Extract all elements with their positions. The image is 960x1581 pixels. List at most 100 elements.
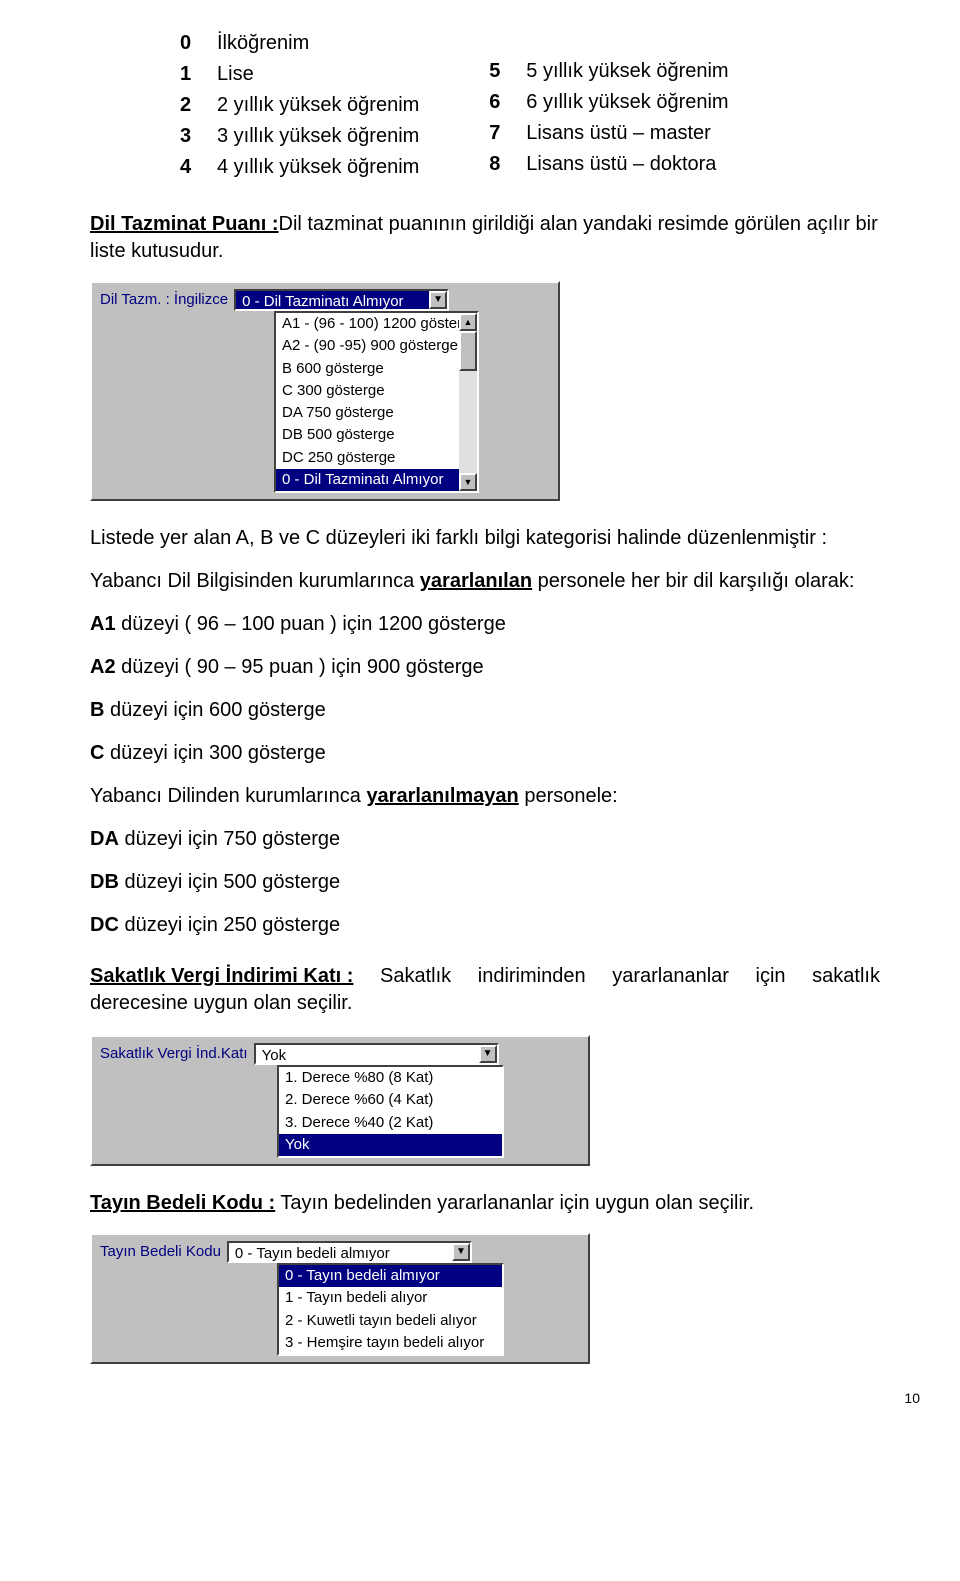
item-label: 5 yıllık yüksek öğrenim bbox=[526, 58, 728, 85]
list-item[interactable]: DA 750 gösterge bbox=[276, 402, 459, 424]
list-item[interactable]: 1 - Tayın bedeli alıyor bbox=[279, 1287, 502, 1309]
level-line: DC düzeyi için 250 gösterge bbox=[90, 912, 880, 939]
sakatlik-paragraph: Sakatlık Vergi İndirimi Katı : Sakatlık … bbox=[90, 963, 880, 1017]
education-lists: 0 İlköğrenim 1 Lise 2 2 yıllık yüksek öğ… bbox=[180, 30, 880, 181]
dil-tazminat-ui: Dil Tazm. : İngilizce 0 - Dil Tazminatı … bbox=[90, 281, 560, 501]
level-code: A1 bbox=[90, 613, 116, 635]
scroll-up-button[interactable]: ▲ bbox=[459, 313, 477, 331]
yararlanilmayan-pre: Yabancı Dilinden kurumlarınca bbox=[90, 785, 366, 807]
yararlanilmayan-underlined: yararlanılmayan bbox=[366, 785, 518, 807]
dropdown-button[interactable]: ▼ bbox=[429, 291, 447, 309]
listbox-scrollbar[interactable]: ▲ ▼ bbox=[459, 313, 477, 491]
level-code: DC bbox=[90, 914, 119, 936]
level-text: düzeyi için 250 gösterge bbox=[119, 914, 340, 936]
item-number: 8 bbox=[489, 151, 504, 178]
dropdown-button[interactable]: ▼ bbox=[479, 1045, 497, 1063]
dil-tazminat-lead: Dil Tazminat Puanı : bbox=[90, 213, 279, 235]
tayin-combo[interactable]: 0 - Tayın bedeli almıyor ▼ bbox=[227, 1241, 472, 1263]
education-list-right: 5 5 yıllık yüksek öğrenim 6 6 yıllık yük… bbox=[489, 58, 728, 181]
level-text: düzeyi için 750 gösterge bbox=[119, 828, 340, 850]
list-item[interactable]: 2. Derece %60 (4 Kat) bbox=[279, 1089, 502, 1111]
combo-value: 0 - Tayın bedeli almıyor bbox=[229, 1243, 452, 1261]
yararlanilmayan-line: Yabancı Dilinden kurumlarınca yararlanıl… bbox=[90, 783, 880, 810]
item-number: 4 bbox=[180, 154, 195, 181]
list-item: 5 5 yıllık yüksek öğrenim bbox=[489, 58, 728, 85]
scroll-down-button[interactable]: ▼ bbox=[459, 473, 477, 491]
list-item[interactable]: A2 - (90 -95) 900 gösterge bbox=[276, 335, 459, 357]
item-label: 2 yıllık yüksek öğrenim bbox=[217, 92, 419, 119]
list-item-selected[interactable]: Yok bbox=[279, 1134, 502, 1156]
yararlanilan-line: Yabancı Dil Bilgisinden kurumlarınca yar… bbox=[90, 568, 880, 595]
list-item[interactable]: 2 - Kuwetli tayın bedeli alıyor bbox=[279, 1310, 502, 1332]
list-item: 3 3 yıllık yüksek öğrenim bbox=[180, 123, 419, 150]
item-label: Lisans üstü – master bbox=[526, 120, 711, 147]
level-code: C bbox=[90, 742, 104, 764]
education-list-left: 0 İlköğrenim 1 Lise 2 2 yıllık yüksek öğ… bbox=[180, 30, 419, 181]
level-line: DB düzeyi için 500 gösterge bbox=[90, 869, 880, 896]
level-code: DB bbox=[90, 871, 119, 893]
sakatlik-lead: Sakatlık Vergi İndirimi Katı : bbox=[90, 963, 353, 990]
scroll-thumb[interactable] bbox=[459, 331, 477, 371]
tayin-field-label: Tayın Bedeli Kodu bbox=[100, 1242, 221, 1262]
tayin-paragraph: Tayın Bedeli Kodu : Tayın bedelinden yar… bbox=[90, 1190, 880, 1217]
yararlanilan-underlined: yararlanılan bbox=[420, 570, 532, 592]
list-item: 6 6 yıllık yüksek öğrenim bbox=[489, 89, 728, 116]
list-item[interactable]: 3 - Hemşire tayın bedeli alıyor bbox=[279, 1332, 502, 1354]
item-label: 6 yıllık yüksek öğrenim bbox=[526, 89, 728, 116]
list-item[interactable]: C 300 gösterge bbox=[276, 380, 459, 402]
level-code: DA bbox=[90, 828, 119, 850]
list-item: 2 2 yıllık yüksek öğrenim bbox=[180, 92, 419, 119]
list-item[interactable]: DB 500 gösterge bbox=[276, 424, 459, 446]
level-line: B düzeyi için 600 gösterge bbox=[90, 697, 880, 724]
level-text: düzeyi için 300 gösterge bbox=[104, 742, 325, 764]
level-code: A2 bbox=[90, 656, 116, 678]
chevron-down-icon: ▼ bbox=[456, 1245, 466, 1259]
list-item[interactable]: A1 - (96 - 100) 1200 gösterge bbox=[276, 313, 459, 335]
item-number: 7 bbox=[489, 120, 504, 147]
sakatlik-field-label: Sakatlık Vergi İnd.Katı bbox=[100, 1044, 248, 1064]
level-line: A2 düzeyi ( 90 – 95 puan ) için 900 göst… bbox=[90, 654, 880, 681]
list-item-selected[interactable]: 0 - Tayın bedeli almıyor bbox=[279, 1265, 502, 1287]
sakatlik-word: Sakatlık bbox=[380, 963, 451, 990]
item-number: 6 bbox=[489, 89, 504, 116]
list-item: 0 İlköğrenim bbox=[180, 30, 419, 57]
list-item: 1 Lise bbox=[180, 61, 419, 88]
list-item-selected[interactable]: 0 - Dil Tazminatı Almıyor bbox=[276, 469, 459, 491]
tayin-lead: Tayın Bedeli Kodu : bbox=[90, 1192, 275, 1214]
level-line: DA düzeyi için 750 gösterge bbox=[90, 826, 880, 853]
level-line: A1 düzeyi ( 96 – 100 puan ) için 1200 gö… bbox=[90, 611, 880, 638]
list-item: 4 4 yıllık yüksek öğrenim bbox=[180, 154, 419, 181]
tayin-body: Tayın bedelinden yararlananlar için uygu… bbox=[275, 1192, 754, 1214]
dil-tazminat-listbox[interactable]: A1 - (96 - 100) 1200 gösterge A2 - (90 -… bbox=[274, 311, 479, 493]
level-text: düzeyi için 600 gösterge bbox=[104, 699, 325, 721]
dil-tazminat-field-label: Dil Tazm. : İngilizce bbox=[100, 290, 228, 310]
list-item[interactable]: 1. Derece %80 (8 Kat) bbox=[279, 1067, 502, 1089]
item-number: 3 bbox=[180, 123, 195, 150]
item-number: 5 bbox=[489, 58, 504, 85]
sakatlik-combo[interactable]: Yok ▼ bbox=[254, 1043, 499, 1065]
item-label: 3 yıllık yüksek öğrenim bbox=[217, 123, 419, 150]
sakatlik-ui: Sakatlık Vergi İnd.Katı Yok ▼ 1. Derece … bbox=[90, 1035, 590, 1166]
dil-tazminat-paragraph: Dil Tazminat Puanı :Dil tazminat puanını… bbox=[90, 211, 880, 265]
item-number: 2 bbox=[180, 92, 195, 119]
yararlanilan-pre: Yabancı Dil Bilgisinden kurumlarınca bbox=[90, 570, 420, 592]
sakatlik-line2: derecesine uygun olan seçilir. bbox=[90, 990, 880, 1017]
level-line: C düzeyi için 300 gösterge bbox=[90, 740, 880, 767]
dropdown-button[interactable]: ▼ bbox=[452, 1243, 470, 1261]
scroll-track[interactable] bbox=[459, 331, 477, 473]
list-item[interactable]: DC 250 gösterge bbox=[276, 447, 459, 469]
item-label: 4 yıllık yüksek öğrenim bbox=[217, 154, 419, 181]
sakatlik-word: yararlananlar bbox=[612, 963, 729, 990]
page-number: 10 bbox=[904, 1389, 920, 1408]
sakatlik-word: indiriminden bbox=[478, 963, 586, 990]
sakatlik-word: sakatlık bbox=[812, 963, 880, 990]
chevron-down-icon: ▼ bbox=[433, 293, 443, 307]
item-number: 1 bbox=[180, 61, 195, 88]
list-item: 8 Lisans üstü – doktora bbox=[489, 151, 728, 178]
dil-tazminat-combo[interactable]: 0 - Dil Tazminatı Almıyor ▼ bbox=[234, 289, 449, 311]
list-item[interactable]: B 600 gösterge bbox=[276, 358, 459, 380]
level-text: düzeyi ( 90 – 95 puan ) için 900 gösterg… bbox=[116, 656, 484, 678]
sakatlik-listbox[interactable]: 1. Derece %80 (8 Kat) 2. Derece %60 (4 K… bbox=[277, 1065, 504, 1158]
list-item[interactable]: 3. Derece %40 (2 Kat) bbox=[279, 1112, 502, 1134]
tayin-listbox[interactable]: 0 - Tayın bedeli almıyor 1 - Tayın bedel… bbox=[277, 1263, 504, 1356]
